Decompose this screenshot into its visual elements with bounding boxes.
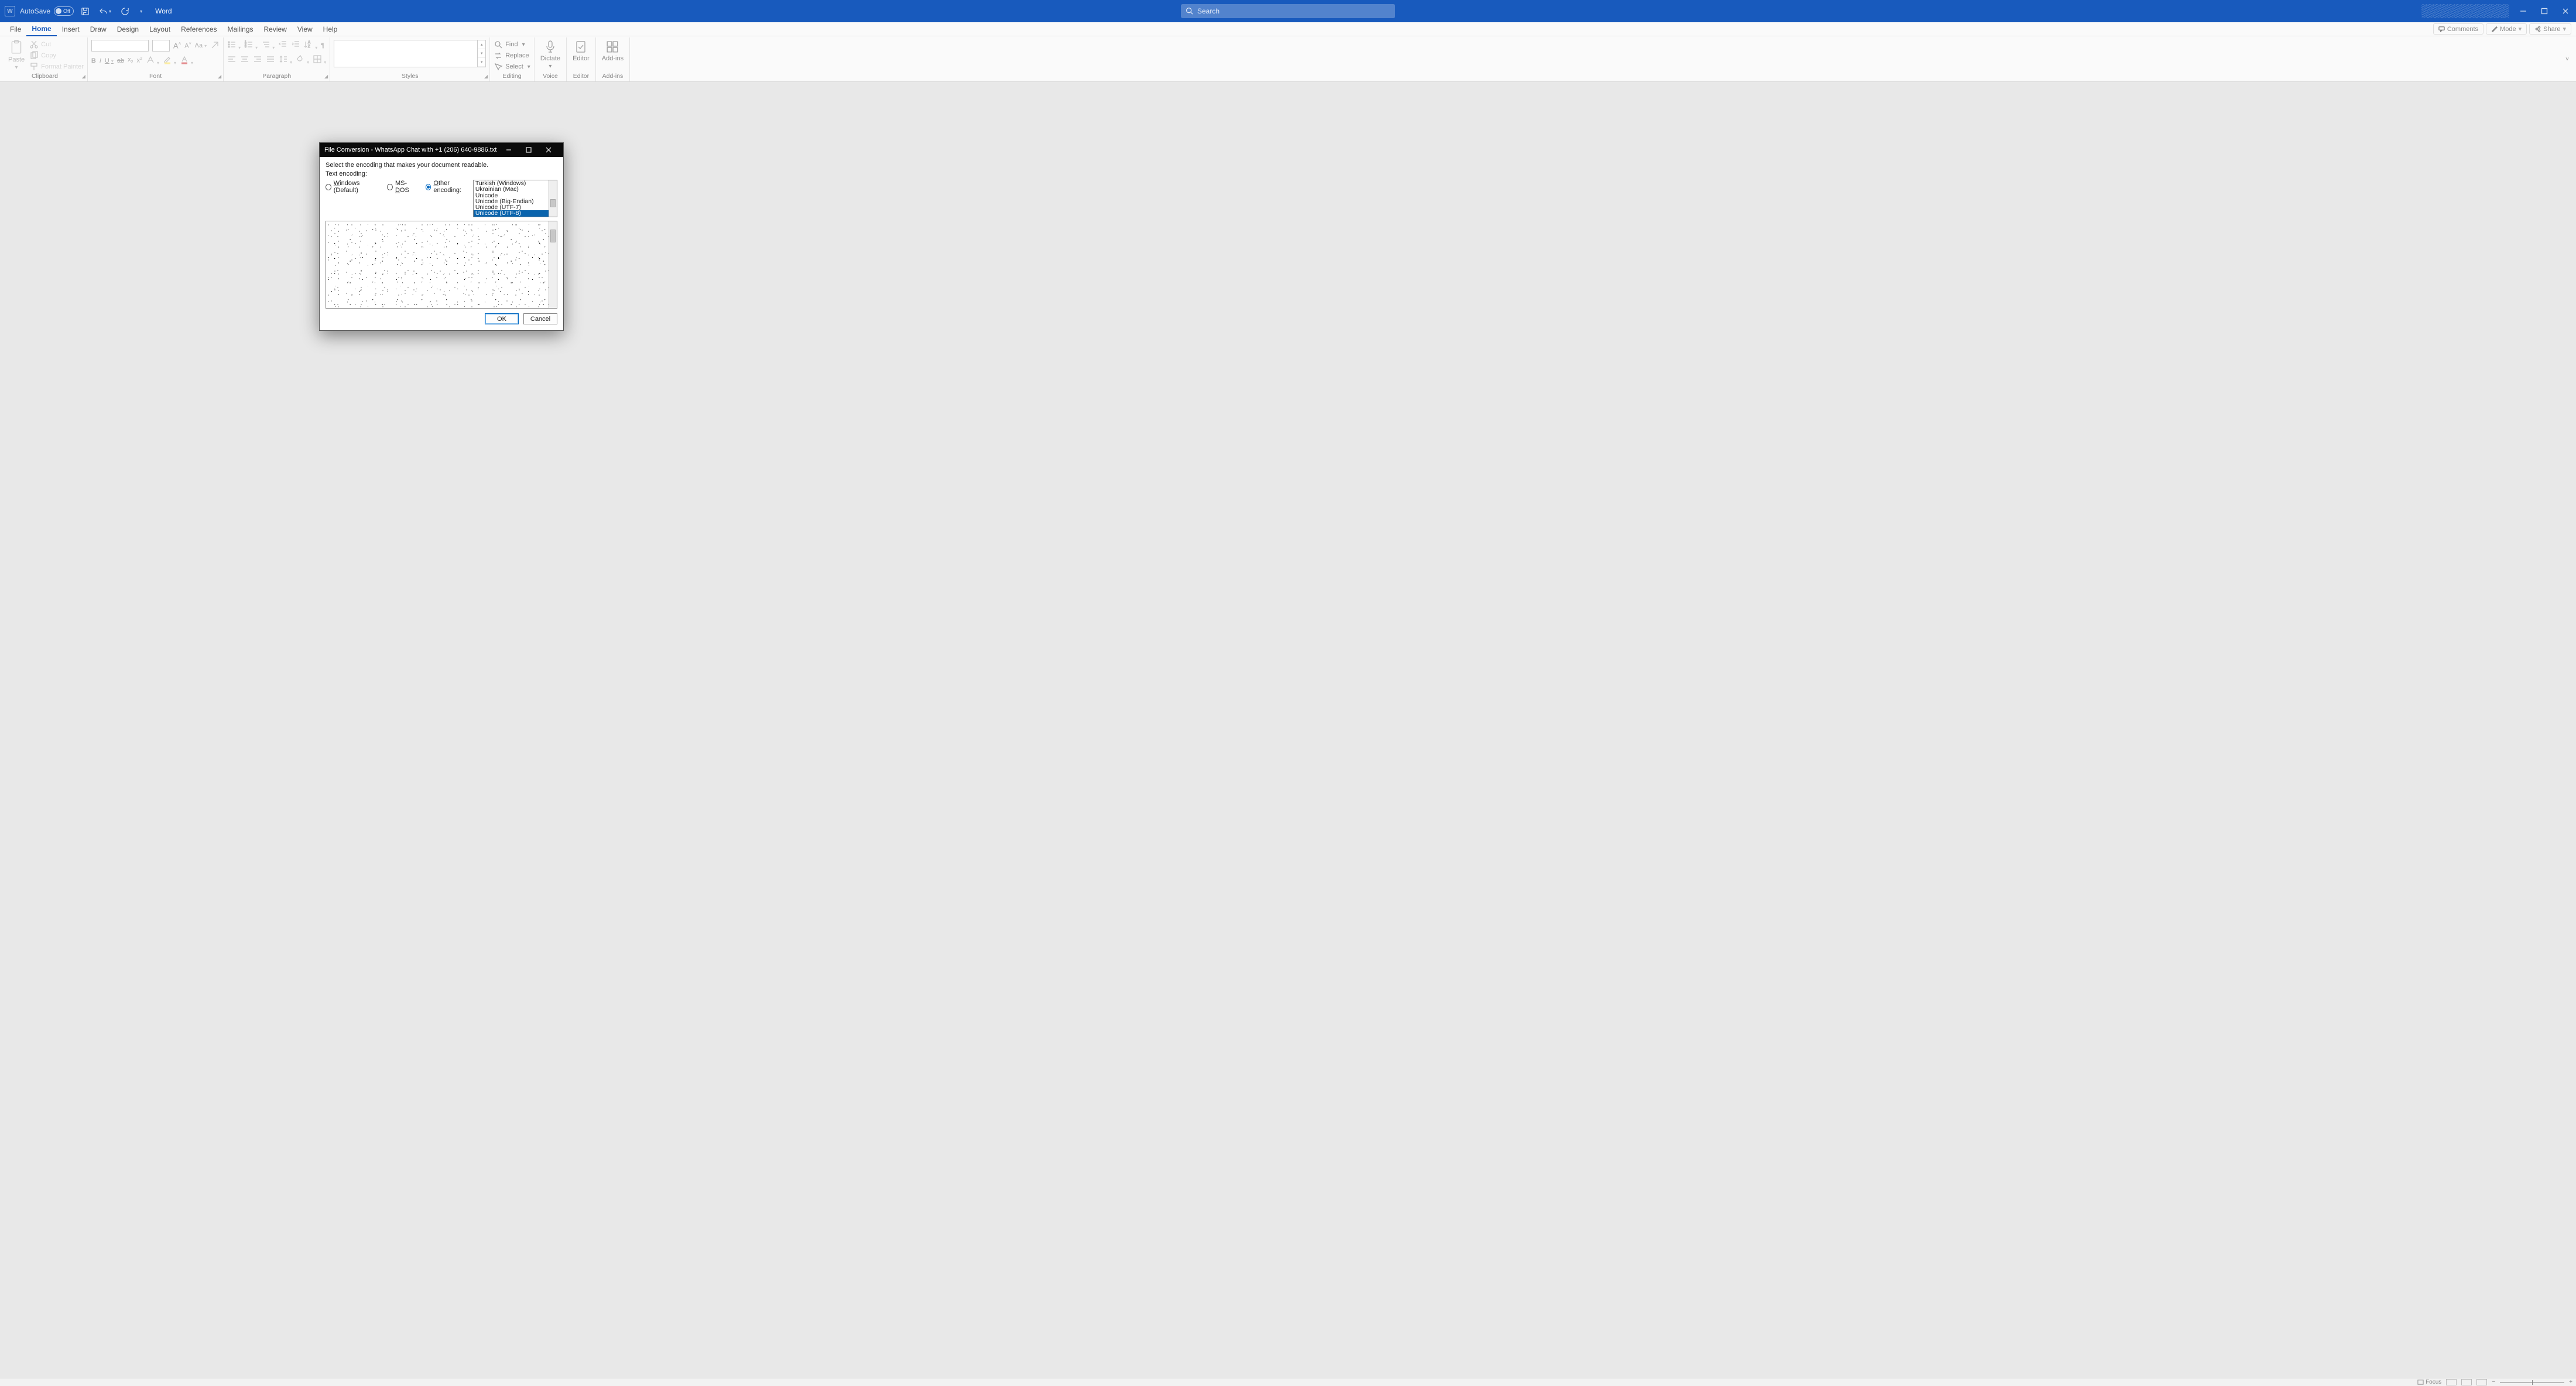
- encoding-option-selected[interactable]: Unicode (UTF-8): [474, 210, 549, 216]
- radio-other-encoding[interactable]: Other encoding:: [426, 180, 473, 194]
- preview-content: [326, 221, 549, 308]
- preview-scrollbar[interactable]: [549, 221, 557, 308]
- dialog-instruction: Select the encoding that makes your docu…: [326, 162, 557, 169]
- dialog-titlebar[interactable]: File Conversion - WhatsApp Chat with +1 …: [320, 143, 563, 157]
- dialog-close-button[interactable]: [539, 143, 559, 157]
- ok-button[interactable]: OK: [485, 313, 519, 324]
- encoding-scrollbar[interactable]: [549, 180, 557, 217]
- dialog-title: File Conversion - WhatsApp Chat with +1 …: [324, 146, 496, 153]
- text-encoding-label: Text encoding:: [326, 170, 557, 177]
- encoding-listbox[interactable]: Turkish (Windows) Ukrainian (Mac) Unicod…: [473, 180, 557, 217]
- dialog-maximize-button[interactable]: [519, 143, 539, 157]
- file-conversion-dialog: File Conversion - WhatsApp Chat with +1 …: [319, 142, 564, 331]
- modal-backdrop: File Conversion - WhatsApp Chat with +1 …: [0, 0, 2576, 1386]
- preview-pane: [326, 221, 557, 309]
- cancel-button[interactable]: Cancel: [523, 313, 557, 324]
- dialog-minimize-button[interactable]: [499, 143, 519, 157]
- radio-windows-default[interactable]: Windows (Default): [326, 180, 379, 194]
- radio-msdos[interactable]: MS-DOS: [387, 180, 417, 194]
